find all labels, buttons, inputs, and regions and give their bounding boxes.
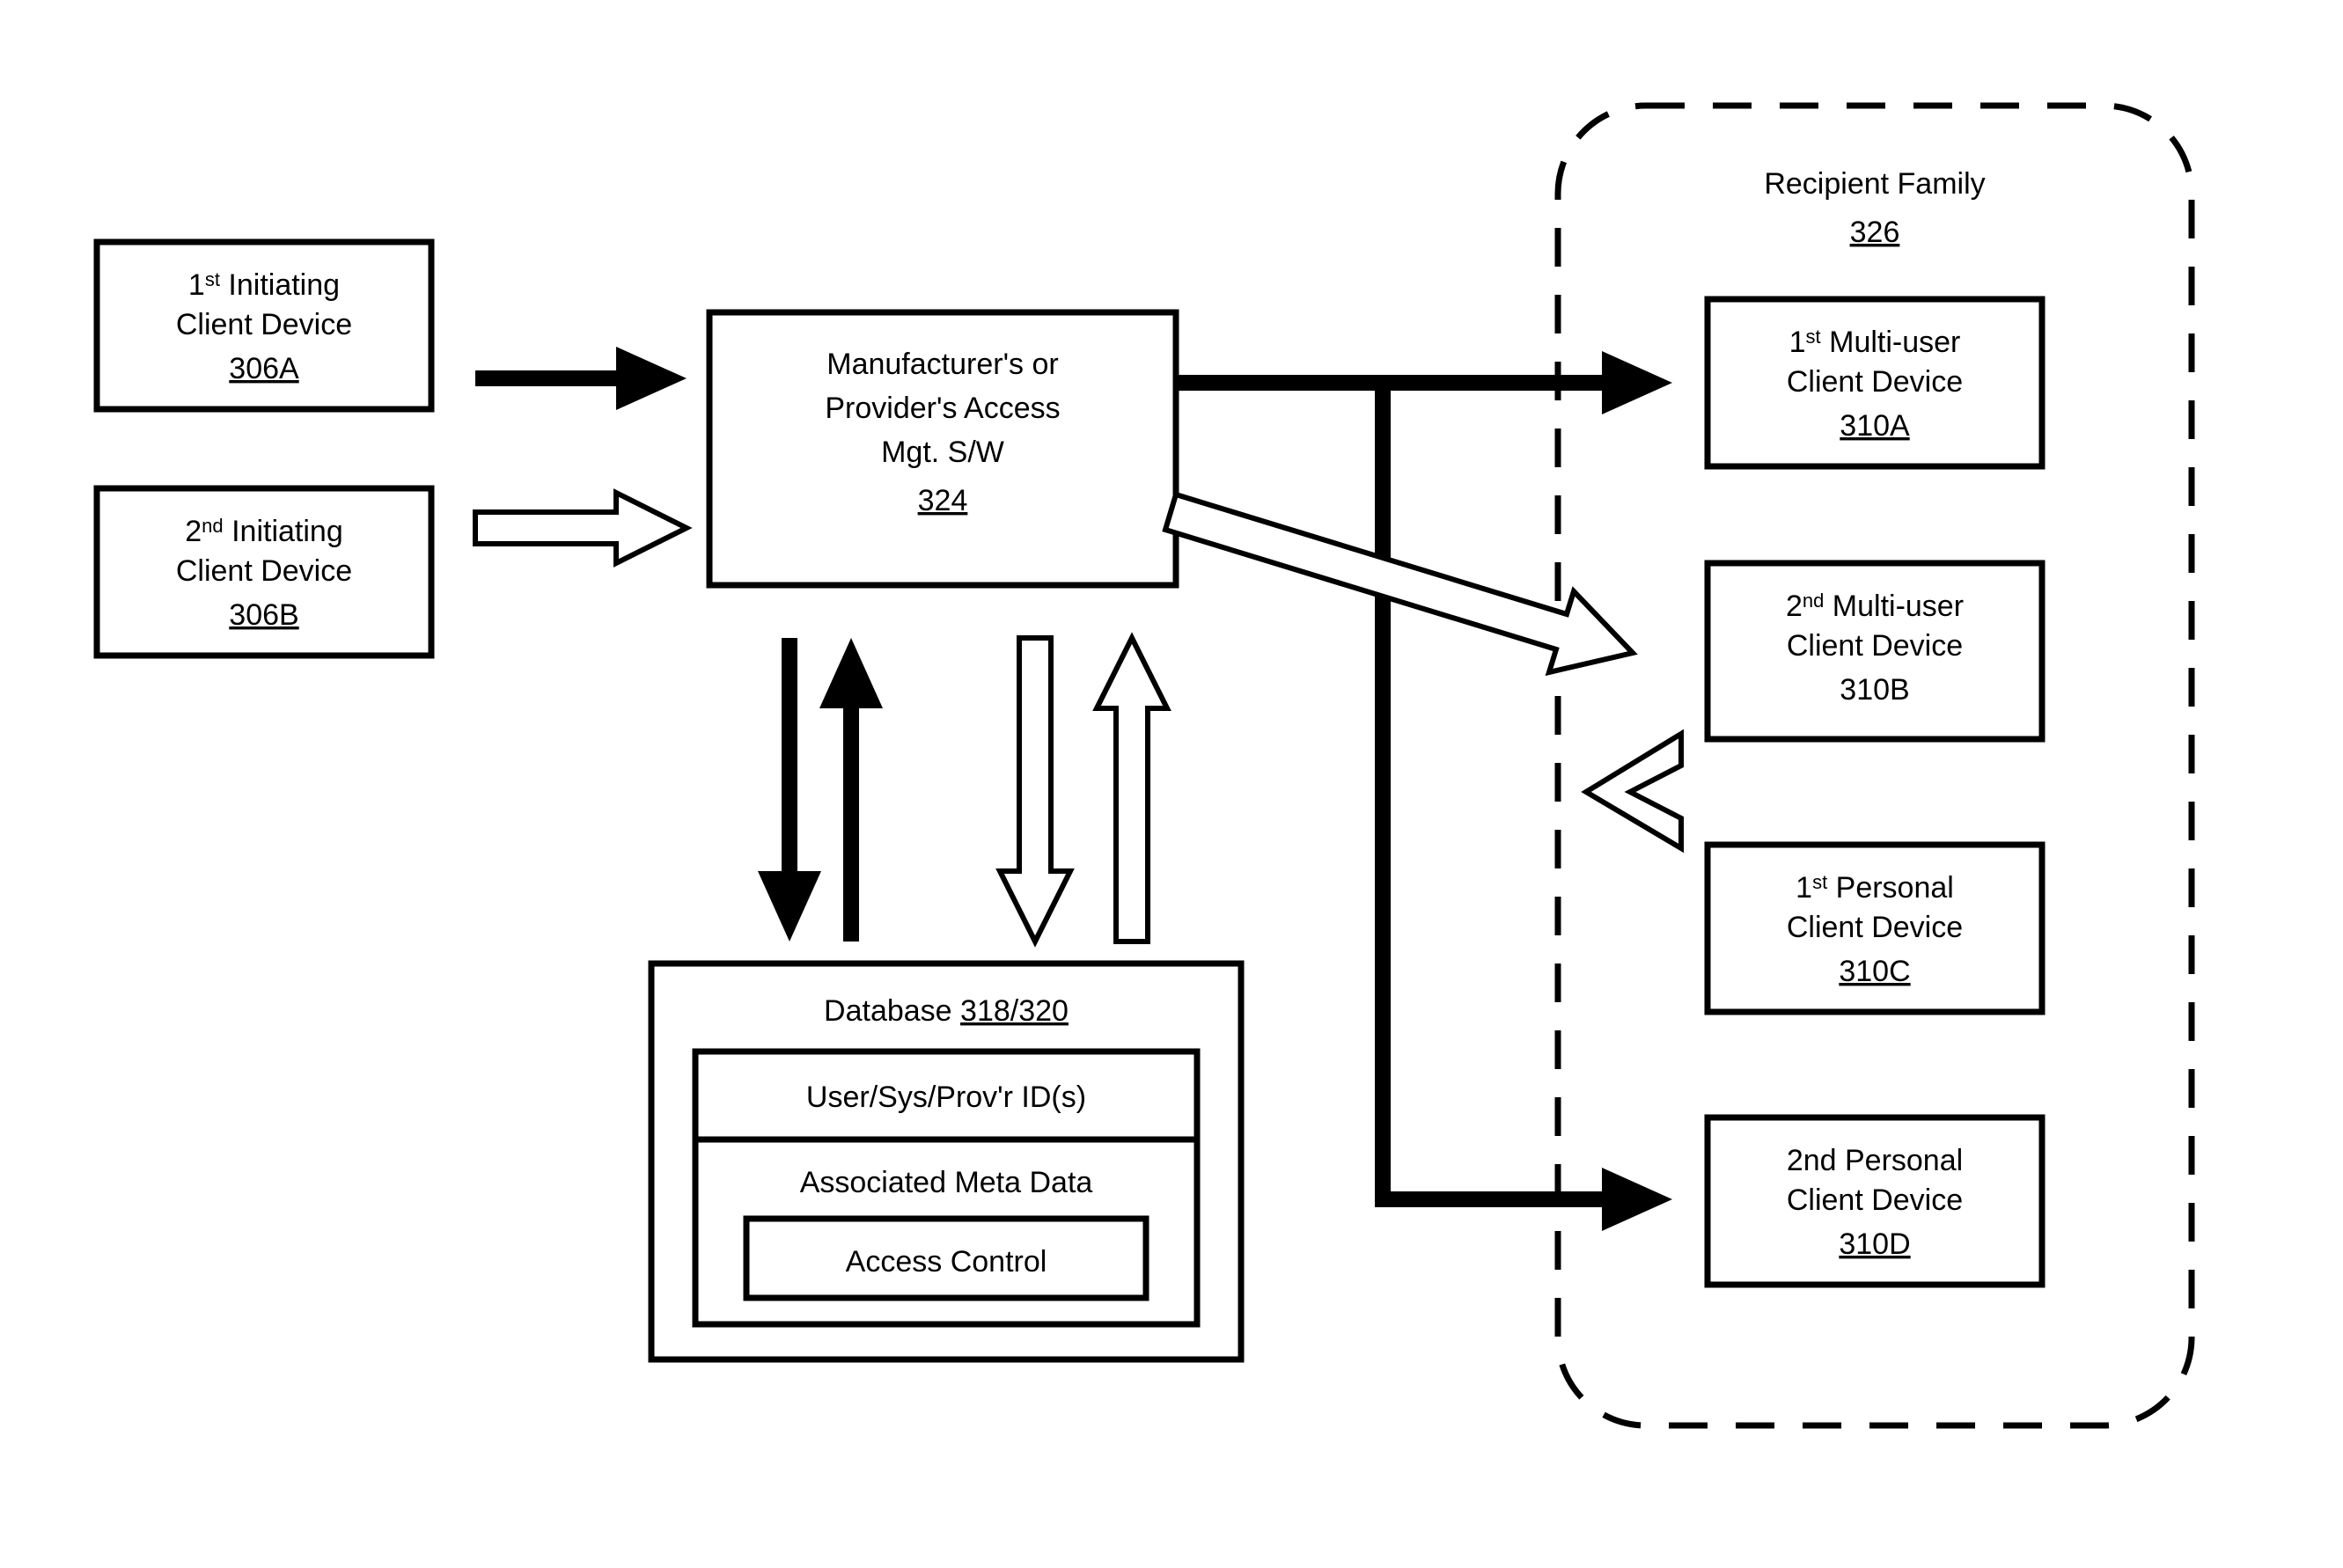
- arrow-init2-to-mgr: [475, 493, 687, 563]
- svg-text:310C: 310C: [1839, 955, 1910, 988]
- svg-text:310D: 310D: [1839, 1227, 1910, 1261]
- svg-text:306B: 306B: [229, 598, 298, 632]
- svg-text:Client Device: Client Device: [1787, 1183, 1963, 1217]
- svg-text:Provider's Access: Provider's Access: [825, 392, 1060, 425]
- svg-text:Client Device: Client Device: [176, 308, 352, 341]
- svg-text:326: 326: [1850, 216, 1900, 249]
- svg-text:306A: 306A: [229, 352, 299, 385]
- svg-text:324: 324: [918, 484, 968, 517]
- box-initiating-1: 1st Initiating Client Device 306A: [97, 242, 431, 409]
- svg-text:310B: 310B: [1840, 673, 1909, 707]
- box-initiating-2: 2nd Initiating Client Device 306B: [97, 488, 431, 656]
- arrow-mgr-db-hollow-down: [1000, 638, 1070, 942]
- arrow-init1-to-mgr: [475, 347, 687, 410]
- svg-text:Client Device: Client Device: [1787, 911, 1963, 944]
- svg-text:Manufacturer's or: Manufacturer's or: [826, 348, 1058, 381]
- svg-text:310A: 310A: [1840, 409, 1910, 443]
- svg-text:Mgt. S/W: Mgt. S/W: [881, 436, 1004, 469]
- diagram-canvas: 1st Initiating Client Device 306A 2nd In…: [0, 0, 2343, 1568]
- svg-text:Client Device: Client Device: [176, 554, 352, 588]
- box-multiuser-2: 2nd Multi-user Client Device 310B: [1708, 563, 2042, 739]
- svg-text:Recipient Family: Recipient Family: [1764, 167, 1985, 201]
- box-multiuser-1: 1st Multi-user Client Device 310A: [1708, 299, 2042, 466]
- arrow-mgr-db-solid-down: [758, 638, 821, 942]
- svg-text:Client Device: Client Device: [1787, 365, 1963, 399]
- box-database: Database 318/320 User/Sys/Prov'r ID(s) A…: [651, 964, 1241, 1359]
- svg-text:User/Sys/Prov'r ID(s): User/Sys/Prov'r ID(s): [806, 1081, 1086, 1114]
- arrow-mgr-to-mu2: [1165, 495, 1633, 672]
- svg-text:Access Control: Access Control: [846, 1245, 1047, 1279]
- svg-text:2nd Personal: 2nd Personal: [1787, 1144, 1963, 1177]
- arrow-mgr-db-solid-up: [819, 638, 883, 942]
- arrow-mu2-to-p1: [1586, 734, 1681, 848]
- svg-text:Associated Meta Data: Associated Meta Data: [800, 1166, 1093, 1199]
- box-access-mgt: Manufacturer's or Provider's Access Mgt.…: [709, 312, 1176, 585]
- box-personal-1: 1st Personal Client Device 310C: [1708, 845, 2042, 1012]
- svg-text:Client Device: Client Device: [1787, 629, 1963, 663]
- svg-text:Database 318/320: Database 318/320: [824, 994, 1069, 1028]
- box-personal-2: 2nd Personal Client Device 310D: [1708, 1117, 2042, 1285]
- arrow-mgr-db-hollow-up: [1097, 638, 1167, 942]
